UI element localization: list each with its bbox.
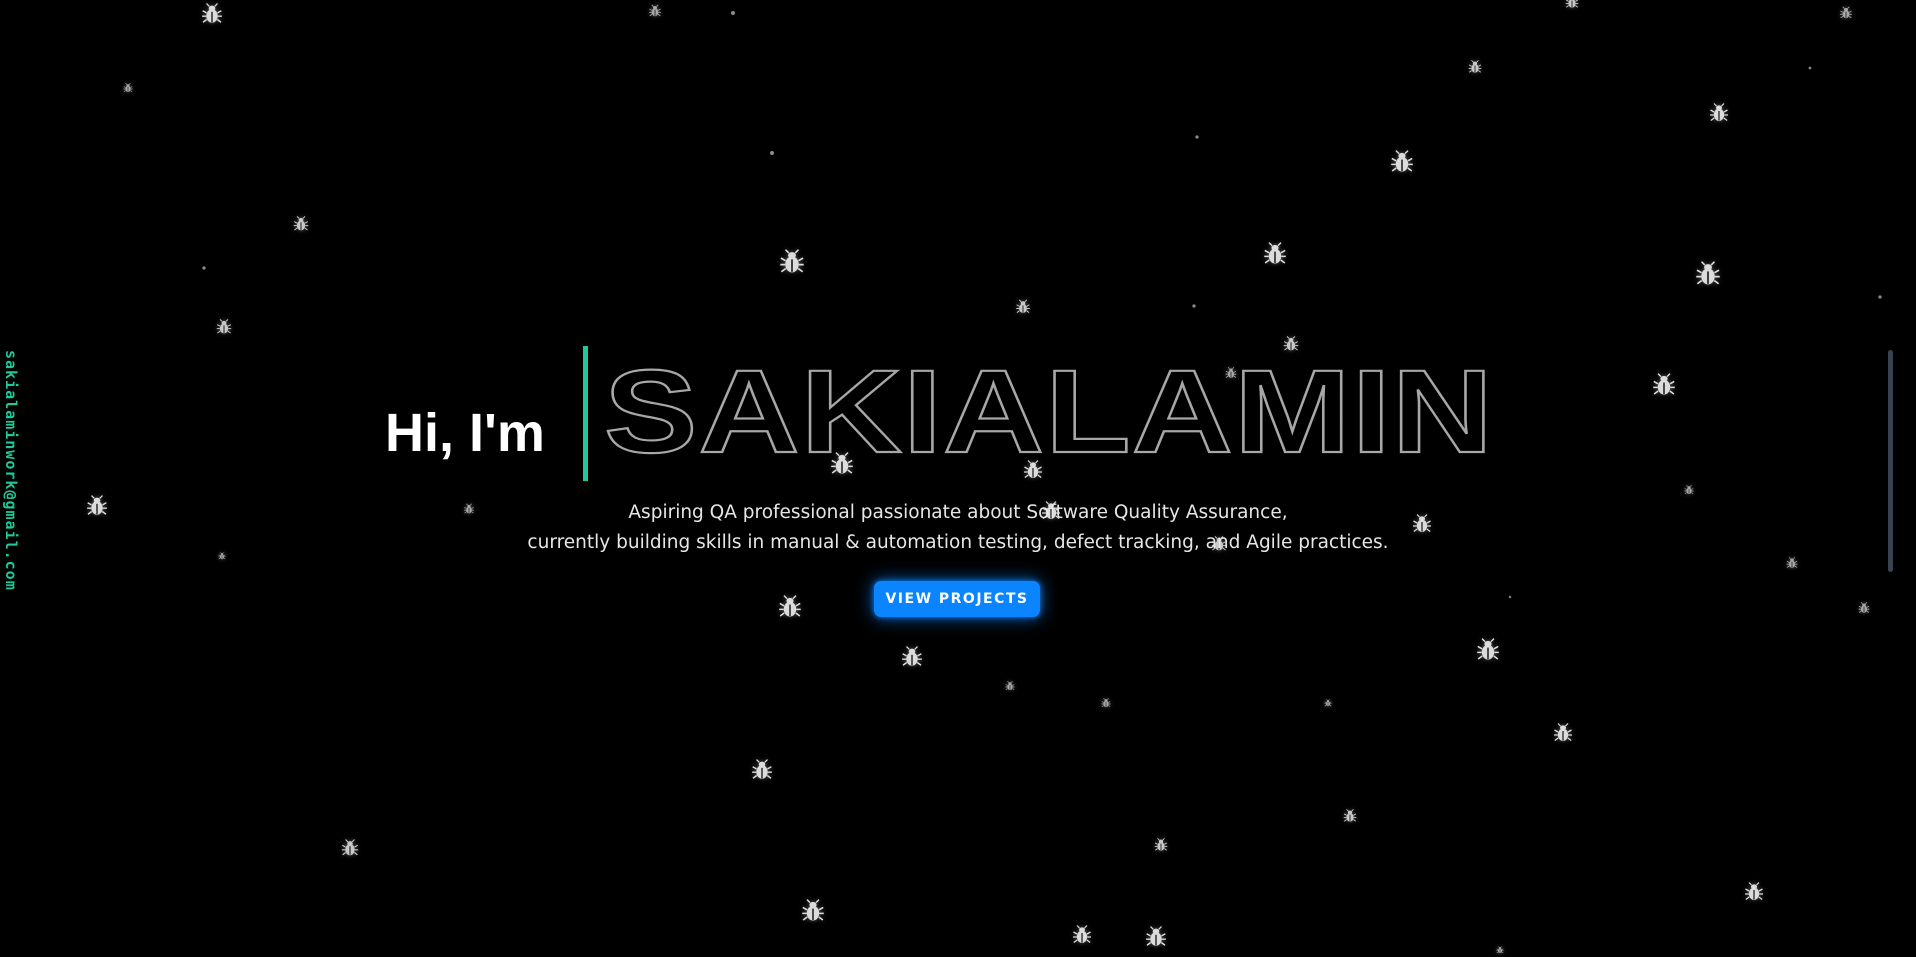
tagline-line-2: currently building skills in manual & au… (527, 532, 1389, 553)
hero-section: Hi, I'm SAKIALAMIN Aspiring QA professio… (0, 0, 1916, 957)
hero-tagline: Aspiring QA professional passionate abou… (0, 498, 1916, 558)
scrollbar-thumb[interactable] (1888, 350, 1893, 572)
typing-cursor-bar (583, 346, 588, 481)
hero-name-text: SAKIALAMIN (604, 346, 1494, 478)
tagline-line-1: Aspiring QA professional passionate abou… (628, 502, 1288, 523)
side-email-link[interactable]: sakialaminwork@gmail.com (2, 350, 20, 591)
view-projects-button[interactable]: VIEW PROJECTS (874, 581, 1040, 617)
hero-greeting: Hi, I'm (385, 403, 545, 463)
hero-name: SAKIALAMIN (603, 345, 1504, 479)
hero-name-svg: SAKIALAMIN (603, 345, 1494, 479)
